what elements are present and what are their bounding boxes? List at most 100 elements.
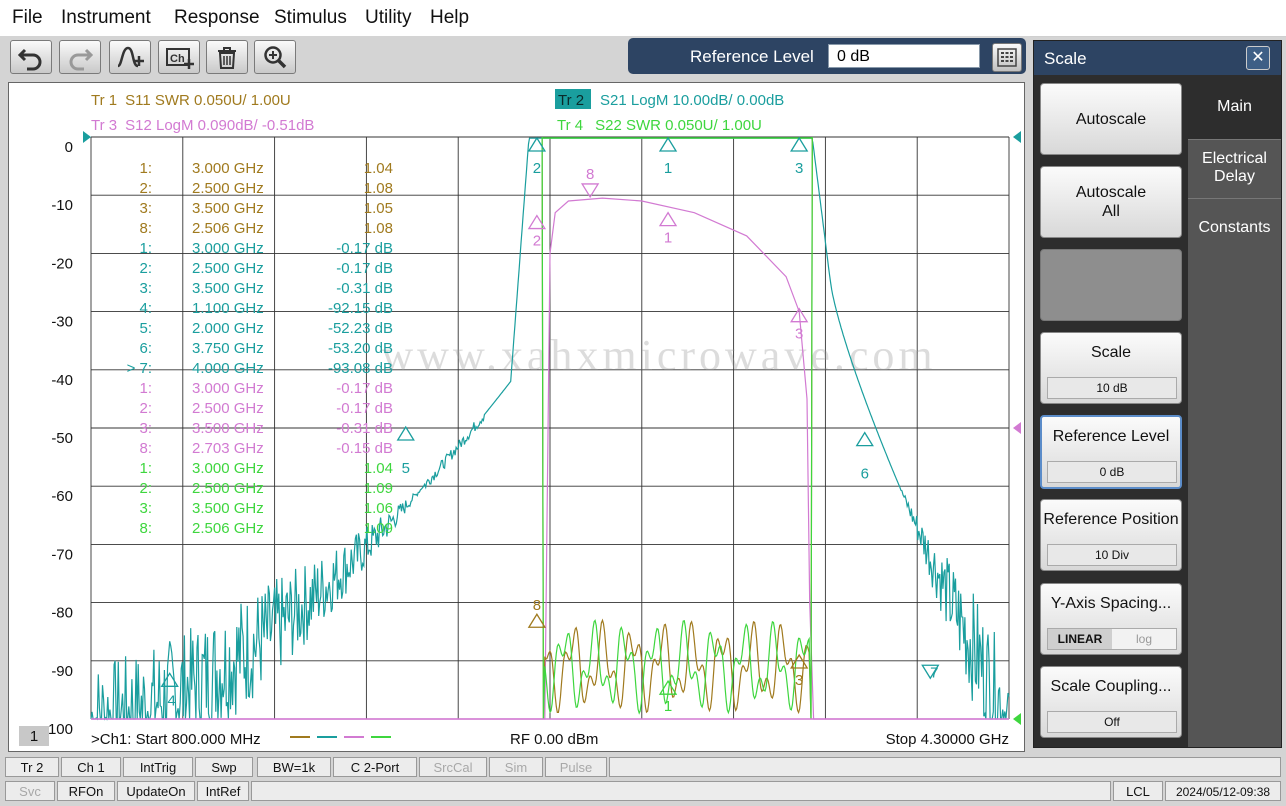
- keypad-button[interactable]: [992, 43, 1022, 72]
- trace-2-desc[interactable]: S21 LogM 10.00dB/ 0.00dB: [600, 92, 784, 109]
- status-service: Svc: [5, 781, 55, 801]
- marker-frequency: 2.703 GHz: [192, 440, 264, 457]
- undo-button[interactable]: [10, 40, 52, 74]
- rf-power[interactable]: RF 0.00 dBm: [510, 731, 598, 748]
- trace-plot[interactable]: Tr 1 S11 SWR 0.050U/ 1.00U Tr 3 S12 LogM 0…: [9, 83, 1024, 751]
- marker-number: 4:: [139, 300, 152, 317]
- scale-coupling-button[interactable]: Scale Coupling... Off: [1040, 666, 1182, 738]
- autoscale-all-button[interactable]: Autoscale All: [1040, 166, 1182, 238]
- reference-arrow-trace4[interactable]: [1013, 713, 1021, 725]
- marker-number: 2:: [139, 260, 152, 277]
- marker-triangle[interactable]: 5: [396, 425, 415, 477]
- marker-triangle-8[interactable]: 8: [580, 166, 600, 199]
- reference-level-button[interactable]: Reference Level 0 dB: [1040, 415, 1182, 489]
- reference-arrow-trace3[interactable]: [1013, 422, 1021, 434]
- marker-number: 1:: [139, 460, 152, 477]
- marker-triangle[interactable]: 6: [855, 431, 874, 483]
- marker-value: -0.17 dB: [336, 240, 393, 257]
- trace-2-id[interactable]: Tr 2: [558, 92, 584, 109]
- status-int-ref[interactable]: IntRef: [197, 781, 249, 801]
- tab-constants-label: Constants: [1198, 219, 1271, 236]
- reference-level-input[interactable]: 0 dB: [828, 44, 980, 68]
- status-local[interactable]: LCL: [1113, 781, 1163, 801]
- svg-text:5: 5: [402, 460, 410, 477]
- menu-utility[interactable]: Utility: [365, 7, 411, 29]
- y-axis-spacing-button[interactable]: Y-Axis Spacing... LINEAR log: [1040, 583, 1182, 655]
- scale-coupling-label: Scale Coupling...: [1050, 678, 1172, 695]
- reference-position-button[interactable]: Reference Position 10 Div: [1040, 499, 1182, 571]
- tab-electrical-delay[interactable]: Electrical Delay: [1188, 139, 1281, 198]
- marker-value: -93.08 dB: [328, 360, 393, 377]
- reference-level-entry: Reference Level 0 dB: [628, 38, 1026, 74]
- panel-title-bar: Scale ✕: [1034, 41, 1281, 75]
- y-axis-tick-label: -30: [51, 314, 73, 331]
- menu-instrument[interactable]: Instrument: [61, 7, 151, 29]
- status-active-channel[interactable]: Ch 1: [61, 757, 121, 777]
- y-axis-tick-label: 0: [65, 139, 73, 156]
- marker-number: 3:: [139, 280, 152, 297]
- autoscale-all-label-2: All: [1102, 203, 1120, 220]
- marker-value: -92.15 dB: [328, 300, 393, 317]
- status-trigger[interactable]: IntTrig: [123, 757, 193, 777]
- add-trace-button[interactable]: [109, 40, 151, 74]
- reference-position-label: Reference Position: [1043, 511, 1179, 528]
- menu-bar: File Instrument Response Stimulus Utilit…: [0, 0, 1286, 37]
- delete-button[interactable]: [206, 40, 248, 74]
- y-axis-tick-label: -10: [51, 197, 73, 214]
- marker-frequency: 2.000 GHz: [192, 320, 264, 337]
- trace-1-header[interactable]: Tr 1 S11 SWR 0.050U/ 1.00U: [91, 92, 291, 109]
- marker-frequency: 1.100 GHz: [192, 300, 264, 317]
- marker-triangle[interactable]: 1: [658, 679, 678, 715]
- zoom-button[interactable]: [254, 40, 296, 74]
- menu-file[interactable]: File: [12, 7, 43, 29]
- tab-filler: [1188, 257, 1281, 747]
- marker-number: 8:: [139, 520, 152, 537]
- status-empty-1: [609, 757, 1281, 777]
- marker-number: 2:: [139, 400, 152, 417]
- marker-triangle[interactable]: 1: [658, 136, 678, 177]
- marker-frequency: 3.000 GHz: [192, 160, 264, 177]
- status-calibration[interactable]: C 2-Port: [333, 757, 417, 777]
- status-datetime: 2024/05/12-09:38: [1165, 781, 1281, 801]
- add-channel-button[interactable]: Ch: [158, 40, 200, 74]
- marker-triangle-7[interactable]: 7: [921, 664, 940, 681]
- marker-frequency: 3.500 GHz: [192, 280, 264, 297]
- marker-number: 2:: [139, 180, 152, 197]
- reference-arrow-left[interactable]: [83, 131, 91, 143]
- status-bandwidth[interactable]: BW=1k: [257, 757, 331, 777]
- marker-frequency: 3.500 GHz: [192, 500, 264, 517]
- redo-icon: [69, 48, 94, 71]
- reference-arrow-right[interactable]: [1013, 131, 1021, 143]
- scale-button[interactable]: Scale 10 dB: [1040, 332, 1182, 404]
- marker-triangle[interactable]: 3: [790, 136, 809, 177]
- stop-frequency[interactable]: Stop 4.30000 GHz: [886, 731, 1009, 748]
- svg-text:2: 2: [533, 160, 541, 177]
- autoscale-label: Autoscale: [1075, 111, 1147, 128]
- marker-triangle[interactable]: 1: [658, 211, 678, 247]
- measurement-display[interactable]: Tr 1 S11 SWR 0.050U/ 1.00U Tr 3 S12 LogM 0…: [8, 82, 1025, 752]
- trace-3-header[interactable]: Tr 3 S12 LogM 0.090dB/ -0.51dB: [91, 117, 314, 134]
- autoscale-button[interactable]: Autoscale: [1040, 83, 1182, 155]
- reference-position-value: 10 Div: [1047, 544, 1177, 566]
- tab-main[interactable]: Main: [1188, 75, 1281, 139]
- menu-help[interactable]: Help: [430, 7, 469, 29]
- redo-button[interactable]: [59, 40, 101, 74]
- keypad-icon: [997, 48, 1017, 67]
- status-rf-on[interactable]: RFOn: [57, 781, 115, 801]
- start-frequency[interactable]: >Ch1: Start 800.000 MHz: [91, 731, 261, 748]
- status-update-on[interactable]: UpdateOn: [117, 781, 195, 801]
- tab-constants[interactable]: Constants: [1188, 198, 1281, 258]
- status-active-trace[interactable]: Tr 2: [5, 757, 59, 777]
- marker-value: 1.08: [364, 180, 393, 197]
- marker-triangle[interactable]: 8: [527, 597, 547, 628]
- close-icon[interactable]: ✕: [1246, 46, 1270, 70]
- menu-stimulus[interactable]: Stimulus: [274, 7, 347, 29]
- y-axis-spacing-label: Y-Axis Spacing...: [1050, 595, 1172, 612]
- status-sweep[interactable]: Swp: [195, 757, 253, 777]
- marker-number: 3:: [139, 420, 152, 437]
- trace-4-header[interactable]: Tr 4 S22 SWR 0.050U/ 1.00U: [557, 117, 762, 134]
- marker-value: 1.04: [364, 160, 393, 177]
- y-axis-tick-label: -40: [51, 372, 73, 389]
- scale-value: 10 dB: [1047, 377, 1177, 399]
- menu-response[interactable]: Response: [174, 7, 260, 29]
